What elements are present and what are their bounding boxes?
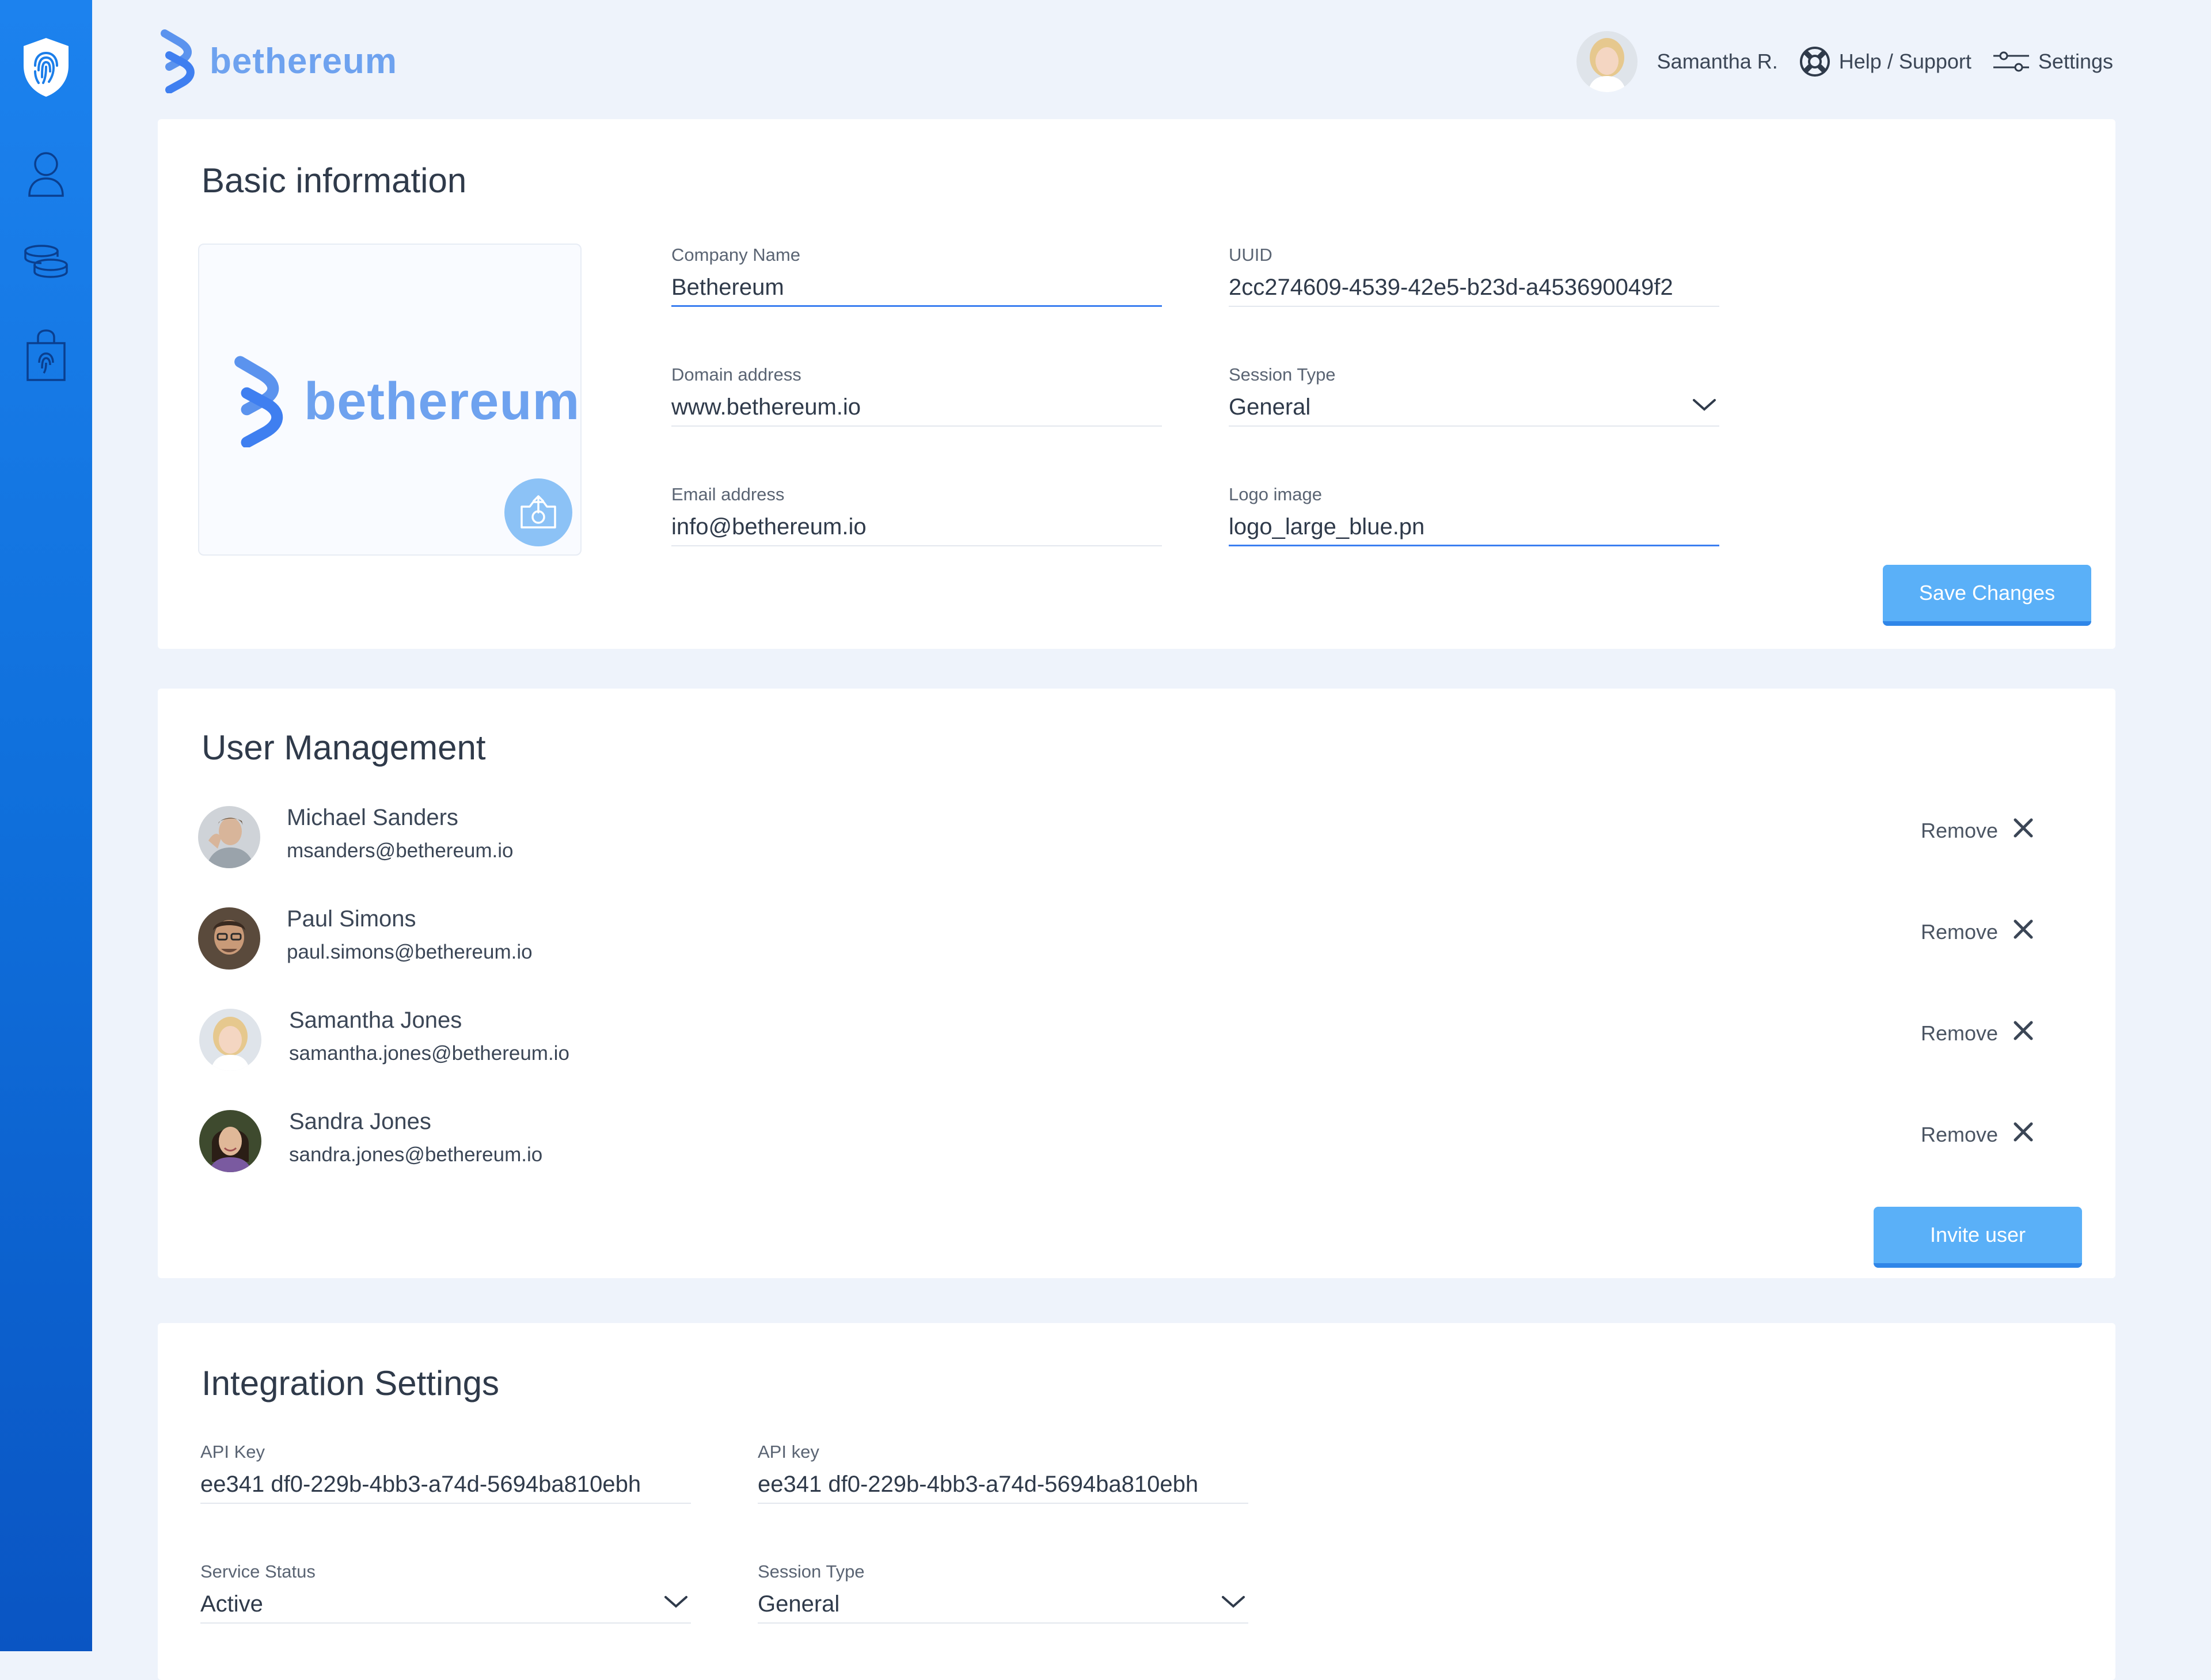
settings-link[interactable]: Settings: [1992, 48, 2113, 75]
service-status-field: Service Status Active: [200, 1561, 691, 1624]
chevron-down-icon[interactable]: [1221, 1595, 1246, 1610]
uuid-label: UUID: [1229, 245, 1272, 265]
email-address-field: Email address info@bethereum.io: [671, 484, 1162, 546]
user-name: Samantha Jones: [289, 1008, 462, 1033]
company-name-field: Company Name Bethereum: [671, 245, 1162, 307]
api-key-field: API Key ee341 df0-229b-4bb3-a74d-5694ba8…: [200, 1442, 691, 1504]
domain-address-input[interactable]: www.bethereum.io: [671, 394, 1162, 427]
uuid-field: UUID 2cc274609-4539-42e5-b23d-a453690049…: [1229, 245, 1719, 307]
user-email: samantha.jones@bethereum.io: [289, 1042, 569, 1065]
service-status-select[interactable]: Active: [200, 1591, 691, 1624]
integration-settings-card: Integration Settings API Key ee341 df0-2…: [158, 1323, 2115, 1680]
topbar: bethereum Samantha R. Help / Support Set…: [92, 0, 2211, 118]
service-status-label: Service Status: [200, 1561, 316, 1582]
logo-image-input[interactable]: logo_large_blue.pn: [1229, 514, 1719, 546]
list-item: Paul Simons paul.simons@bethereum.io Rem…: [198, 905, 2075, 974]
avatar: [198, 907, 260, 970]
brand-name: bethereum: [210, 41, 397, 81]
close-icon[interactable]: [2012, 1019, 2035, 1042]
logo-preview: bethereum: [198, 244, 582, 556]
list-item: Michael Sanders msanders@bethereum.io Re…: [198, 804, 2075, 873]
basic-information-title: Basic information: [202, 161, 467, 200]
domain-address-field: Domain address www.bethereum.io: [671, 364, 1162, 427]
logo-image-label: Logo image: [1229, 484, 1323, 504]
avatar[interactable]: [1576, 31, 1638, 92]
shopping-bag-icon[interactable]: [0, 328, 92, 382]
api-key-secondary-field: API key ee341 df0-229b-4bb3-a74d-5694ba8…: [758, 1442, 1248, 1504]
sliders-icon: [1993, 51, 2029, 72]
help-support-link[interactable]: Help / Support: [1799, 45, 1971, 78]
avatar: [199, 1110, 261, 1172]
company-name-label: Company Name: [671, 245, 800, 265]
session-type-field: Session Type General: [1229, 364, 1719, 427]
list-item: Samantha Jones samantha.jones@bethereum.…: [198, 1006, 2075, 1075]
user-name: Sandra Jones: [289, 1109, 431, 1134]
sidebar: [0, 0, 92, 1651]
avatar: [199, 1009, 261, 1071]
logo-preview-image: bethereum: [231, 355, 580, 447]
email-address-input[interactable]: info@bethereum.io: [671, 514, 1162, 546]
session-type-select[interactable]: General: [1229, 394, 1719, 427]
user-email: paul.simons@bethereum.io: [287, 941, 533, 963]
company-name-input[interactable]: Bethereum: [671, 275, 1162, 307]
save-changes-button[interactable]: Save Changes: [1883, 565, 2091, 626]
integration-session-type-select[interactable]: General: [758, 1591, 1248, 1624]
fingerprint-shield-icon[interactable]: [0, 36, 92, 99]
close-icon[interactable]: [2012, 816, 2035, 839]
avatar: [198, 806, 260, 868]
brand-mark-icon: [234, 356, 283, 447]
brand-mark-icon: [161, 29, 195, 93]
api-key-secondary-label: API key: [758, 1442, 819, 1462]
api-key-input[interactable]: ee341 df0-229b-4bb3-a74d-5694ba810ebh: [200, 1472, 691, 1504]
upload-logo-button[interactable]: [504, 478, 572, 546]
logo-image-field: Logo image logo_large_blue.pn: [1229, 484, 1719, 546]
user-name: Michael Sanders: [287, 805, 458, 830]
session-type-label: Session Type: [1229, 364, 1336, 385]
user-email: msanders@bethereum.io: [287, 839, 514, 862]
user-nav: Samantha R. Help / Support Settings: [1576, 30, 2113, 93]
user-email: sandra.jones@bethereum.io: [289, 1143, 543, 1166]
upload-camera-icon: [521, 495, 556, 529]
close-icon[interactable]: [2012, 918, 2035, 941]
chevron-down-icon[interactable]: [663, 1595, 689, 1610]
chevron-down-icon[interactable]: [1692, 398, 1717, 413]
user-name: Paul Simons: [287, 906, 416, 932]
api-key-label: API Key: [200, 1442, 265, 1462]
remove-user-button[interactable]: Remove: [1921, 920, 1998, 944]
list-item: Sandra Jones sandra.jones@bethereum.io R…: [198, 1108, 2075, 1177]
user-icon[interactable]: [0, 149, 92, 198]
current-user-name[interactable]: Samantha R.: [1657, 50, 1778, 74]
brand-logo[interactable]: bethereum: [159, 29, 397, 93]
basic-information-card: Basic information bethereum Company Name…: [158, 119, 2115, 649]
user-management-card: User Management Michael Sanders msanders…: [158, 689, 2115, 1278]
integration-settings-title: Integration Settings: [202, 1364, 500, 1402]
coins-icon[interactable]: [0, 243, 92, 280]
logo-preview-text: bethereum: [304, 371, 580, 431]
remove-user-button[interactable]: Remove: [1921, 1021, 1998, 1046]
close-icon[interactable]: [2012, 1120, 2035, 1143]
integration-session-type-field: Session Type General: [758, 1561, 1248, 1624]
user-management-title: User Management: [202, 728, 486, 767]
help-support-label: Help / Support: [1838, 50, 1971, 73]
remove-user-button[interactable]: Remove: [1921, 1123, 1998, 1147]
domain-address-label: Domain address: [671, 364, 801, 385]
email-address-label: Email address: [671, 484, 785, 504]
uuid-input[interactable]: 2cc274609-4539-42e5-b23d-a453690049f2: [1229, 275, 1719, 307]
integration-session-type-label: Session Type: [758, 1561, 865, 1582]
invite-user-button[interactable]: Invite user: [1874, 1207, 2082, 1268]
lifebuoy-icon: [1799, 47, 1830, 77]
settings-label: Settings: [2038, 50, 2113, 73]
remove-user-button[interactable]: Remove: [1921, 819, 1998, 843]
api-key-secondary-input[interactable]: ee341 df0-229b-4bb3-a74d-5694ba810ebh: [758, 1472, 1248, 1504]
